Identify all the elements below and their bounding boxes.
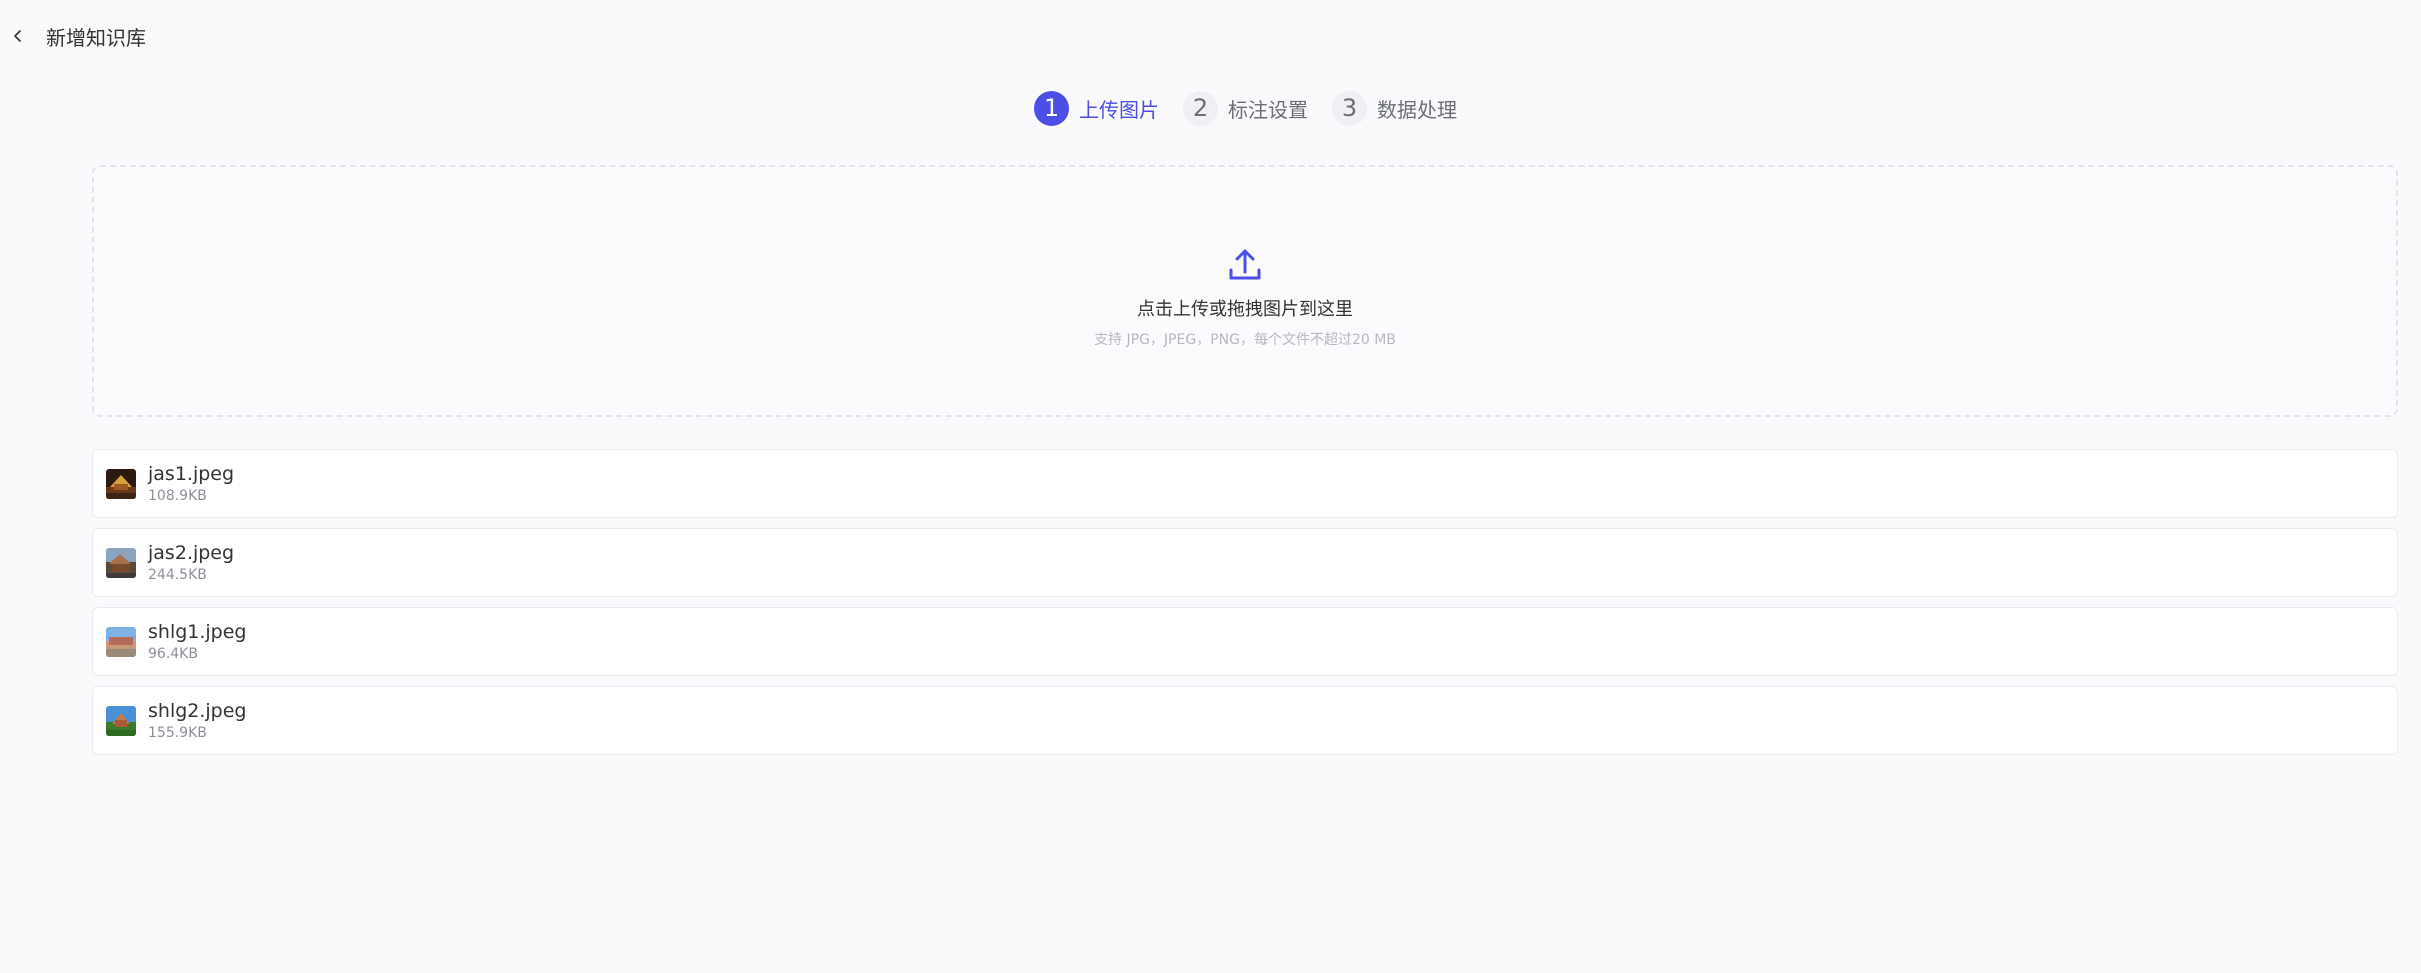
file-item[interactable]: shlg1.jpeg 96.4KB bbox=[92, 607, 2398, 676]
file-name: shlg2.jpeg bbox=[148, 699, 247, 722]
upload-hint: 支持 JPG，JPEG，PNG，每个文件不超过20 MB bbox=[1094, 332, 1396, 348]
step-annotation-settings[interactable]: 2 标注设置 bbox=[1183, 90, 1308, 126]
step-number: 2 bbox=[1183, 90, 1218, 126]
steps-indicator: 1 上传图片 2 标注设置 3 数据处理 bbox=[1034, 89, 1457, 127]
file-size: 155.9KB bbox=[148, 724, 207, 741]
upload-dropzone[interactable]: 点击上传或拖拽图片到这里 支持 JPG，JPEG，PNG，每个文件不超过20 M… bbox=[92, 165, 2398, 417]
step-number: 1 bbox=[1034, 90, 1069, 126]
file-size: 244.5KB bbox=[148, 566, 207, 583]
step-label: 上传图片 bbox=[1079, 97, 1159, 122]
image-thumbnail bbox=[106, 468, 136, 499]
upload-instruction: 点击上传或拖拽图片到这里 bbox=[1137, 299, 1353, 320]
file-size: 96.4KB bbox=[148, 645, 198, 662]
step-upload-images[interactable]: 1 上传图片 bbox=[1034, 90, 1159, 126]
file-name: shlg1.jpeg bbox=[148, 620, 247, 643]
back-button[interactable] bbox=[2, 20, 34, 52]
step-label: 数据处理 bbox=[1377, 97, 1457, 122]
file-item[interactable]: jas2.jpeg 244.5KB bbox=[92, 528, 2398, 597]
page-header: 新增知识库 bbox=[0, 0, 146, 72]
chevron-left-icon bbox=[14, 30, 21, 42]
file-name: jas2.jpeg bbox=[148, 541, 235, 564]
file-item[interactable]: shlg2.jpeg 155.9KB bbox=[92, 686, 2398, 755]
step-label: 标注设置 bbox=[1228, 97, 1308, 122]
image-thumbnail bbox=[106, 547, 136, 578]
page-title: 新增知识库 bbox=[46, 25, 146, 50]
file-name: jas1.jpeg bbox=[148, 462, 235, 485]
file-list: jas1.jpeg 108.9KB jas2.jpeg 244.5KB shlg… bbox=[92, 449, 2398, 765]
step-number: 3 bbox=[1332, 90, 1367, 126]
image-thumbnail bbox=[106, 626, 136, 657]
file-size: 108.9KB bbox=[148, 487, 207, 504]
upload-icon bbox=[1229, 249, 1261, 280]
image-thumbnail bbox=[106, 705, 136, 736]
step-data-processing[interactable]: 3 数据处理 bbox=[1332, 90, 1457, 126]
file-item[interactable]: jas1.jpeg 108.9KB bbox=[92, 449, 2398, 518]
